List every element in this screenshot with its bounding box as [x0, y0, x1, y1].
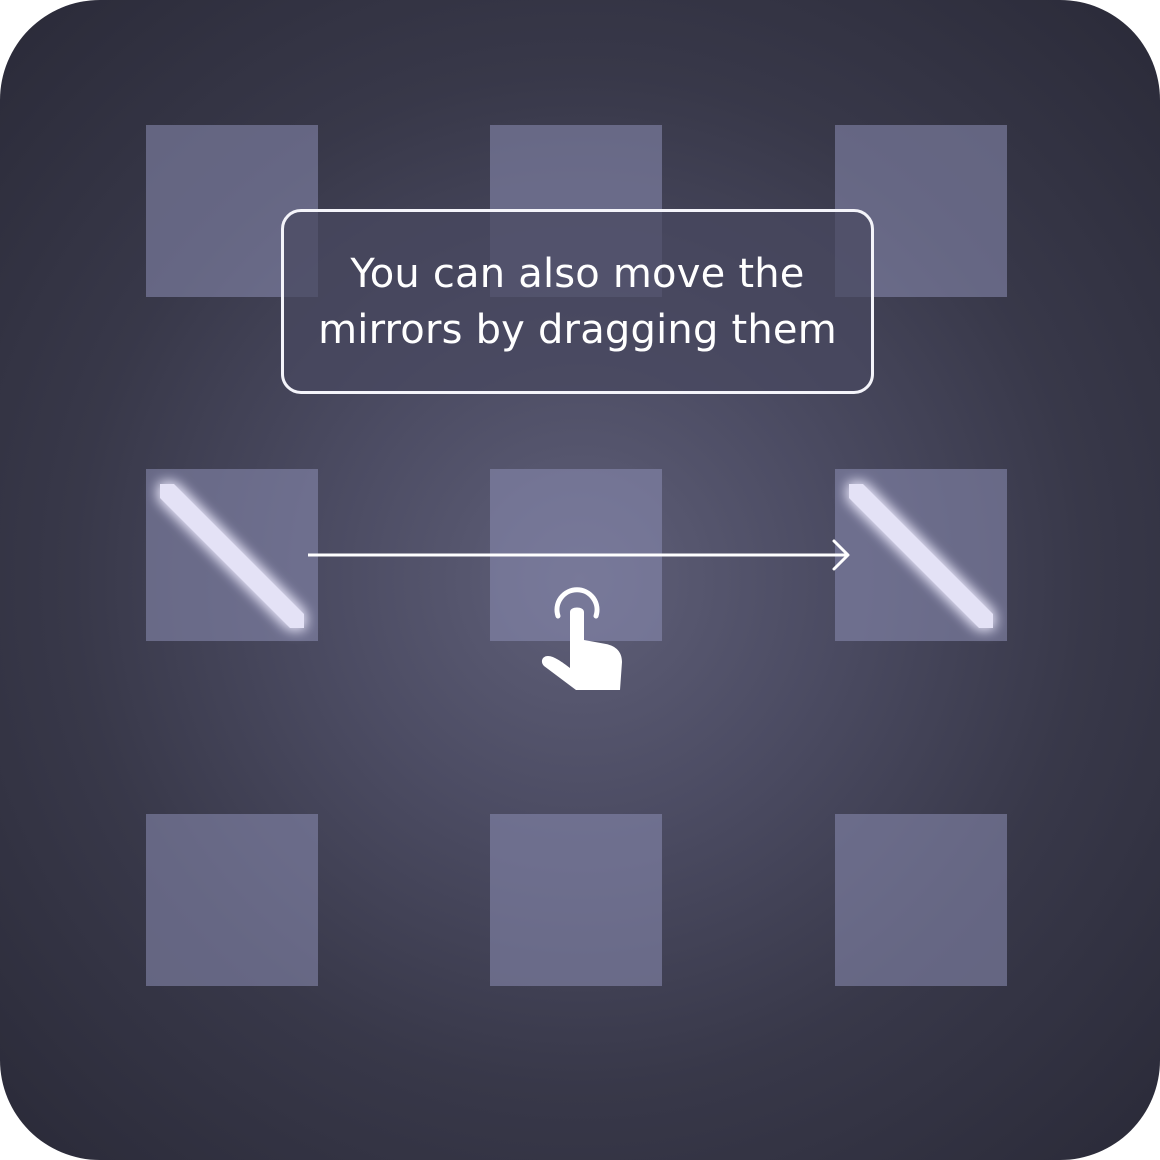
hint-text: You can also move the mirrors by draggin… [318, 246, 837, 358]
grid-cell-2-2[interactable] [835, 814, 1007, 986]
mirror-backslash-source[interactable] [146, 469, 318, 641]
mirror-backslash-target[interactable] [835, 469, 1007, 641]
grid-cell-1-0[interactable] [146, 469, 318, 641]
grid-cell-1-2[interactable] [835, 469, 1007, 641]
grid-cell-2-0[interactable] [146, 814, 318, 986]
hint-line-1: You can also move the [350, 250, 805, 297]
hint-tooltip: You can also move the mirrors by draggin… [281, 209, 874, 394]
grid-cell-2-1[interactable] [490, 814, 662, 986]
game-board: You can also move the mirrors by draggin… [0, 0, 1160, 1160]
hint-line-2: mirrors by dragging them [318, 306, 837, 353]
tap-hand-icon [541, 587, 622, 690]
